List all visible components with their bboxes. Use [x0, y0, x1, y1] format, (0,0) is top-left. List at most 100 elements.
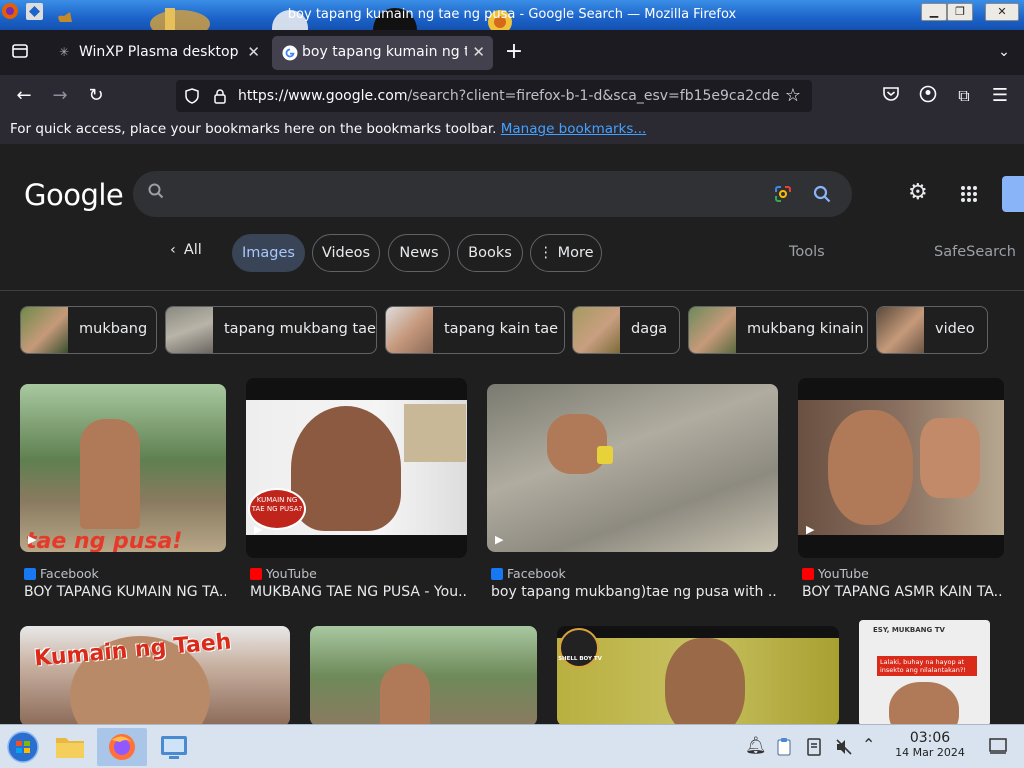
- result-card[interactable]: ▶ Facebook boy tapang mukbang)tae ng pus…: [487, 384, 778, 604]
- search-box[interactable]: [133, 171, 852, 217]
- new-tab-icon[interactable]: +: [503, 41, 525, 63]
- chip-thumbnail: [877, 307, 924, 353]
- result-caption[interactable]: BOY TAPANG ASMR KAIN TA...: [802, 584, 1004, 600]
- tab-all[interactable]: ‹ All: [170, 242, 202, 258]
- clock[interactable]: 03:06 14 Mar 2024: [886, 730, 974, 759]
- google-lens-icon[interactable]: [773, 184, 793, 204]
- result-image[interactable]: [310, 626, 537, 724]
- window-titlebar[interactable]: boy tapang kumain ng tae ng pusa - Googl…: [0, 0, 1024, 30]
- result-source[interactable]: Facebook: [491, 566, 566, 581]
- chip-thumbnail: [166, 307, 213, 353]
- tab-title: boy tapang kumain ng ta: [302, 44, 467, 60]
- window-title: boy tapang kumain ng tae ng pusa - Googl…: [287, 7, 737, 22]
- chip-label: tapang kain tae: [444, 321, 559, 337]
- chip-thumbnail: [689, 307, 736, 353]
- forward-arrow-icon[interactable]: →: [49, 85, 71, 107]
- tab-videos[interactable]: Videos: [312, 234, 380, 272]
- tab-winxp[interactable]: ✳ WinXP Plasma desktop th ✕: [49, 36, 268, 70]
- result-card[interactable]: SHELL BOY TV: [557, 626, 839, 724]
- result-card[interactable]: ▶ YouTube BOY TAPANG ASMR KAIN TA...: [798, 378, 1004, 604]
- clipboard-icon[interactable]: [775, 737, 793, 757]
- chevron-left-icon: ‹: [170, 242, 176, 258]
- result-card[interactable]: tae ng pusa! ▶ Facebook BOY TAPANG KUMAI…: [20, 384, 226, 604]
- address-bar[interactable]: https://www.google.com/search?client=fir…: [176, 80, 812, 112]
- tab-google-search[interactable]: boy tapang kumain ng ta ✕: [272, 36, 493, 70]
- image-subtext: Lalaki, buhay na hayop at insekto ang ni…: [877, 656, 977, 676]
- chip-video[interactable]: video: [876, 306, 988, 354]
- tab-images[interactable]: Images: [232, 234, 305, 272]
- tab-news[interactable]: News: [388, 234, 450, 272]
- result-image[interactable]: tae ng pusa! ▶: [20, 384, 226, 552]
- chip-mukbang-kinain[interactable]: mukbang kinain: [688, 306, 868, 354]
- result-caption[interactable]: MUKBANG TAE NG PUSA - You...: [250, 584, 467, 600]
- screen: boy tapang kumain ng tae ng pusa - Googl…: [0, 0, 1024, 768]
- back-arrow-icon[interactable]: ←: [13, 85, 35, 107]
- tab-more[interactable]: ⋮ More: [530, 234, 602, 272]
- shield-icon[interactable]: [184, 88, 200, 104]
- extensions-icon[interactable]: ⧉: [953, 85, 975, 107]
- start-menu-icon[interactable]: [3, 728, 43, 766]
- lock-icon[interactable]: [212, 88, 228, 104]
- account-icon[interactable]: [917, 85, 939, 107]
- tab-all-label: All: [183, 242, 202, 258]
- tab-books[interactable]: Books: [457, 234, 523, 272]
- search-input[interactable]: [177, 183, 737, 205]
- menu-hamburger-icon[interactable]: ☰: [989, 85, 1011, 107]
- result-caption[interactable]: BOY TAPANG KUMAIN NG TA...: [24, 584, 226, 600]
- result-image[interactable]: Kumain ng Taeh: [20, 626, 290, 724]
- chip-tapang-mukbang-tae[interactable]: tapang mukbang tae: [165, 306, 377, 354]
- close-tab-icon[interactable]: ✕: [247, 43, 260, 61]
- result-image[interactable]: SHELL BOY TV: [557, 626, 839, 724]
- image-overlay-text: SHELL BOY TV: [558, 656, 602, 662]
- storage-icon[interactable]: [806, 738, 822, 756]
- minimize-button[interactable]: ▁: [921, 3, 947, 21]
- result-image[interactable]: ▶: [798, 378, 1004, 558]
- food-item: [597, 446, 613, 464]
- result-card[interactable]: ESY, MUKBANG TV Lalaki, buhay na hayop a…: [859, 620, 990, 724]
- hand-figure: [547, 414, 607, 474]
- result-image[interactable]: ▶: [487, 384, 778, 552]
- google-logo[interactable]: Google: [24, 178, 124, 212]
- maximize-button[interactable]: ❐: [947, 3, 973, 21]
- youtube-icon: [802, 568, 814, 580]
- system-settings-icon[interactable]: [154, 728, 194, 766]
- reload-icon[interactable]: ↻: [85, 85, 107, 107]
- apps-grid-icon[interactable]: [960, 185, 978, 203]
- result-card[interactable]: [310, 626, 537, 724]
- result-source[interactable]: YouTube: [250, 566, 317, 581]
- tools-button[interactable]: Tools: [789, 244, 825, 260]
- close-button[interactable]: ✕: [985, 3, 1019, 21]
- chip-daga[interactable]: daga: [572, 306, 680, 354]
- sign-in-button[interactable]: [1002, 176, 1024, 212]
- divider: [0, 290, 1024, 291]
- list-tabs-chevron-icon[interactable]: ⌄: [993, 41, 1015, 63]
- firefox-taskbar-button[interactable]: [97, 728, 147, 766]
- image-overlay-text: ESY, MUKBANG TV: [873, 626, 945, 634]
- notifications-bell-icon[interactable]: 🔔︎: [745, 736, 767, 756]
- tray-expand-chevron-icon[interactable]: ⌃: [862, 735, 875, 754]
- url-text[interactable]: https://www.google.com/search?client=fir…: [238, 88, 779, 104]
- result-caption[interactable]: boy tapang mukbang)tae ng pusa with ...: [491, 584, 778, 600]
- show-desktop-icon[interactable]: [988, 737, 1008, 755]
- chip-tapang-kain-tae[interactable]: tapang kain tae: [385, 306, 565, 354]
- search-submit-icon[interactable]: [813, 185, 831, 203]
- file-manager-icon[interactable]: [50, 728, 90, 766]
- pocket-icon[interactable]: [880, 85, 902, 107]
- bookmark-star-icon[interactable]: ☆: [780, 83, 806, 109]
- result-image[interactable]: KUMAIN NG TAE NG PUSA? ▶: [246, 378, 467, 558]
- result-card[interactable]: Kumain ng Taeh: [20, 626, 290, 724]
- clock-date: 14 Mar 2024: [895, 746, 965, 759]
- hand-figure: [920, 418, 980, 498]
- manage-bookmarks-link[interactable]: Manage bookmarks...: [501, 121, 647, 137]
- chip-mukbang[interactable]: mukbang: [20, 306, 157, 354]
- result-image[interactable]: ESY, MUKBANG TV Lalaki, buhay na hayop a…: [859, 620, 990, 724]
- close-tab-icon[interactable]: ✕: [472, 43, 485, 61]
- result-source[interactable]: YouTube: [802, 566, 869, 581]
- settings-gear-icon[interactable]: ⚙: [908, 182, 928, 204]
- firefox-icon: [109, 734, 135, 760]
- safesearch-button[interactable]: SafeSearch: [934, 244, 1016, 260]
- result-source[interactable]: Facebook: [24, 566, 99, 581]
- firefox-view-icon[interactable]: [9, 42, 31, 64]
- result-card[interactable]: KUMAIN NG TAE NG PUSA? ▶ YouTube MUKBANG…: [246, 378, 467, 604]
- volume-muted-icon[interactable]: [835, 738, 853, 756]
